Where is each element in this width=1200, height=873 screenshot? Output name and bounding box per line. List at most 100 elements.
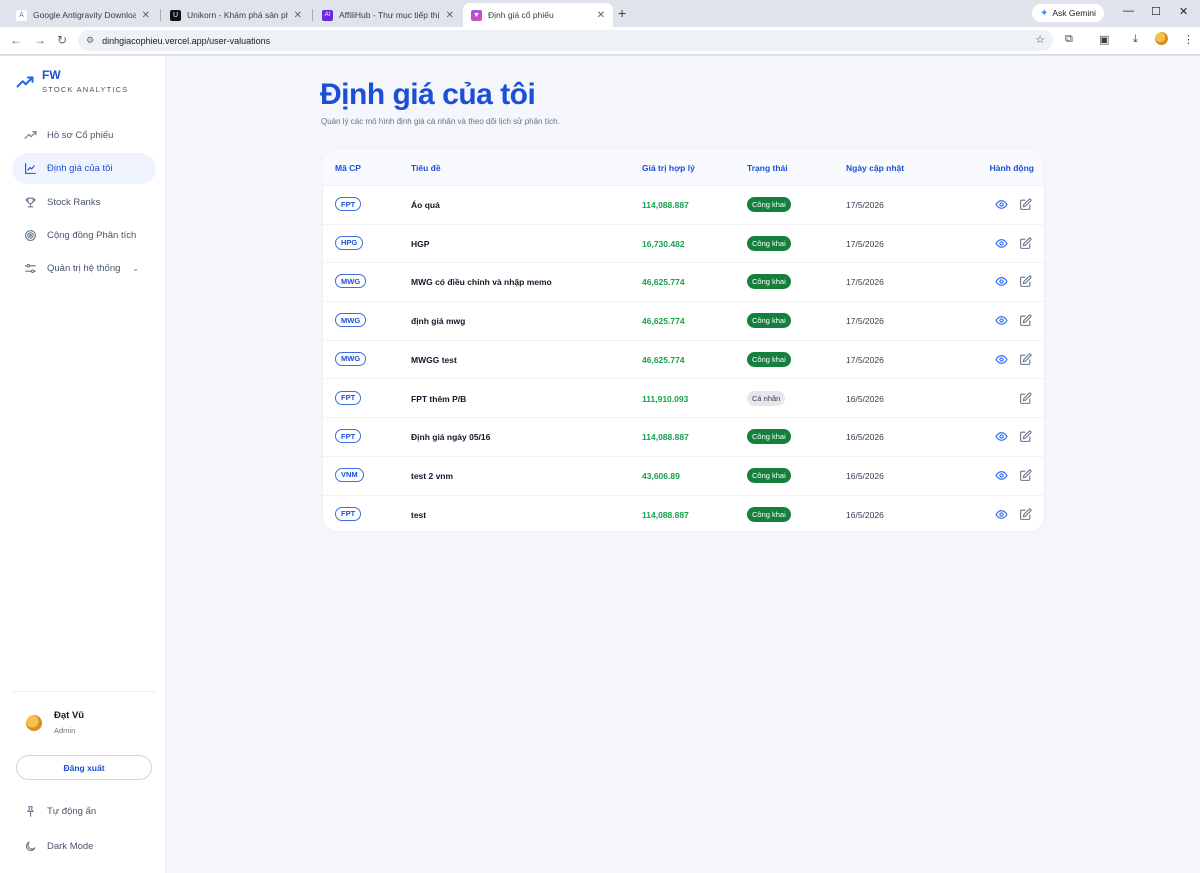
affilihub-icon: AI (322, 9, 333, 21)
view-eye-icon[interactable] (995, 275, 1008, 288)
app-root: FW STOCK ANALYTICS Hồ sơ Cổ phiếu Định g… (0, 56, 1200, 873)
fair-value: 46,625.774 (642, 277, 685, 288)
target-icon (25, 229, 36, 241)
new-tab-icon[interactable]: + (618, 5, 626, 21)
address-bar[interactable]: ⚙ dinhgiacophieu.vercel.app/user-valuati… (78, 30, 1053, 51)
ticker-badge[interactable]: MWG (335, 274, 367, 289)
browser-tab[interactable]: U Unikorn - Khám phá sản phẩm ✕ (162, 3, 310, 27)
back-icon[interactable]: ← (10, 33, 22, 47)
profile-avatar[interactable] (1155, 32, 1168, 45)
status-badge: Công khai (747, 313, 791, 329)
ticker-badge[interactable]: FPT (335, 429, 362, 444)
sliders-icon (25, 264, 36, 274)
ask-gemini-button[interactable]: ✦ Ask Gemini (1032, 4, 1104, 22)
sidebar-item-label: Quản trị hệ thống (47, 263, 121, 275)
valuation-title: MWGG test (411, 354, 457, 365)
gemini-icon: ✦ (1040, 7, 1049, 19)
download-icon[interactable]: ⤓ (1133, 33, 1138, 46)
view-eye-icon[interactable] (995, 198, 1008, 211)
view-eye-icon[interactable] (995, 469, 1008, 482)
valuation-title: Áo quá (411, 200, 440, 210)
browser-menu-icon[interactable]: ⋮ (1183, 33, 1194, 46)
view-eye-icon[interactable] (995, 353, 1008, 366)
edit-icon[interactable] (1019, 275, 1032, 288)
column-header-fair-value: Giá trị hợp lý (642, 163, 695, 173)
dark-mode-toggle[interactable]: Dark Mode (24, 840, 93, 853)
browser-tab-active[interactable]: ▼ Định giá cổ phiếu ✕ (463, 3, 613, 27)
view-eye-icon[interactable] (995, 314, 1008, 327)
valuations-table: Mã CP Tiêu đề Giá trị hợp lý Trạng thái … (322, 148, 1045, 532)
site-favicon-icon: ▼ (471, 9, 482, 21)
maximize-icon[interactable]: ☐ (1151, 5, 1161, 18)
sidebar-divider (12, 691, 156, 692)
table-row[interactable]: MWG MWG có điều chỉnh và nhập memo 46,625.… (323, 263, 1044, 303)
browser-tab[interactable]: A Google Antigravity Download ✕ (8, 3, 158, 27)
view-eye-icon[interactable] (995, 508, 1008, 521)
valuation-title: test 2 vnm (411, 470, 454, 481)
edit-icon[interactable] (1019, 391, 1032, 405)
table-row[interactable]: MWG định giá mwg 46,625.774 Công khai 17/5/2… (323, 302, 1044, 341)
edit-icon[interactable] (1019, 430, 1032, 443)
brand-logo[interactable]: FW STOCK ANALYTICS (16, 68, 129, 94)
table-row[interactable]: MWG MWGG test 46,625.774 Công khai 17/5/2026 (323, 341, 1044, 380)
edit-icon[interactable] (1019, 237, 1032, 250)
sidebar-item-ho-so-co-phieu[interactable]: Hồ sơ Cổ phiếu (12, 120, 156, 151)
table-row[interactable]: VNM test 2 vnm 43,606.89 Công khai 16/5/2026 (323, 457, 1044, 496)
status-badge: Công khai (747, 197, 791, 212)
ticker-badge[interactable]: FPT (335, 506, 362, 521)
site-info-icon[interactable]: ⚙ (86, 35, 94, 46)
table-row[interactable]: FPT test 114,088.887 Công khai 16/5/2026 (323, 496, 1044, 531)
close-tab-icon[interactable]: ✕ (294, 10, 302, 21)
browser-tab[interactable]: AI AffiliHub - Thư mục tiếp thị liê ✕ (314, 3, 462, 27)
status-badge: Công khai (747, 235, 791, 251)
table-row[interactable]: FPT Áo quá 114,088.887 Công khai 17/5/2026 (323, 186, 1044, 225)
fair-value: 16,730.482 (642, 238, 685, 249)
sidebar-item-label: Cộng đồng Phân tích (47, 229, 137, 241)
sidebar-item-stock-ranks[interactable]: Stock Ranks (12, 187, 156, 218)
column-header-status: Trạng thái (747, 163, 788, 173)
minimize-icon[interactable]: — (1123, 5, 1134, 17)
valuation-title: định giá mwg (411, 316, 466, 327)
close-tab-icon[interactable]: ✕ (142, 10, 150, 21)
logout-button[interactable]: Đăng xuất (16, 755, 152, 780)
close-window-icon[interactable]: ✕ (1179, 5, 1188, 18)
chevron-down-icon: ⌄ (132, 264, 140, 274)
forward-icon[interactable]: → (34, 33, 46, 47)
fair-value: 111,910.093 (642, 393, 689, 404)
updated-date: 16/5/2026 (846, 432, 884, 443)
ticker-badge[interactable]: VNM (335, 467, 364, 482)
sidebar-item-cong-dong-phan-tich[interactable]: Cộng đồng Phân tích (12, 220, 156, 251)
reload-icon[interactable]: ↻ (57, 33, 67, 47)
close-tab-icon[interactable]: ✕ (446, 10, 454, 21)
table-row[interactable]: FPT Định giá ngày 05/16 114,088.887 Công kh… (323, 418, 1044, 457)
edit-icon[interactable] (1019, 198, 1032, 211)
sidebar-item-dinh-gia-cua-toi[interactable]: Định giá của tôi (12, 153, 156, 185)
ticker-badge[interactable]: MWG (335, 351, 367, 366)
bookmark-star-icon[interactable]: ☆ (1035, 33, 1045, 46)
fair-value: 46,625.774 (642, 316, 685, 327)
status-badge: Công khai (747, 467, 791, 483)
brand-name: FW (42, 68, 61, 82)
edit-icon[interactable] (1019, 353, 1032, 366)
auto-hide-toggle[interactable]: Tự động ẩn (24, 805, 96, 818)
updated-date: 17/5/2026 (846, 200, 884, 210)
antigravity-icon: A (16, 9, 27, 21)
edit-icon[interactable] (1019, 508, 1032, 521)
close-tab-icon[interactable]: ✕ (597, 10, 605, 21)
table-row[interactable]: HPG HGP 16,730.482 Công khai 17/5/2026 (323, 225, 1044, 264)
updated-date: 16/5/2026 (846, 509, 884, 520)
sidebar-item-quan-tri-he-thong[interactable]: Quản trị hệ thống ⌄ (12, 253, 156, 284)
reading-mode-icon[interactable]: ▣ (1099, 33, 1109, 46)
extensions-icon[interactable]: ⧉ (1065, 33, 1073, 46)
table-row[interactable]: FPT FPT thêm P/B 111,910.093 Cá nhân 16/5/20… (323, 380, 1044, 419)
ticker-badge[interactable]: FPT (335, 197, 362, 211)
ticker-badge[interactable]: FPT (335, 390, 362, 405)
view-eye-icon[interactable] (995, 430, 1008, 443)
edit-icon[interactable] (1019, 314, 1032, 327)
moon-icon (25, 841, 36, 852)
brand-subtitle: STOCK ANALYTICS (42, 85, 129, 94)
edit-icon[interactable] (1019, 469, 1032, 482)
view-eye-icon[interactable] (995, 237, 1008, 250)
ticker-badge[interactable]: HPG (335, 235, 364, 250)
ticker-badge[interactable]: MWG (335, 313, 367, 328)
